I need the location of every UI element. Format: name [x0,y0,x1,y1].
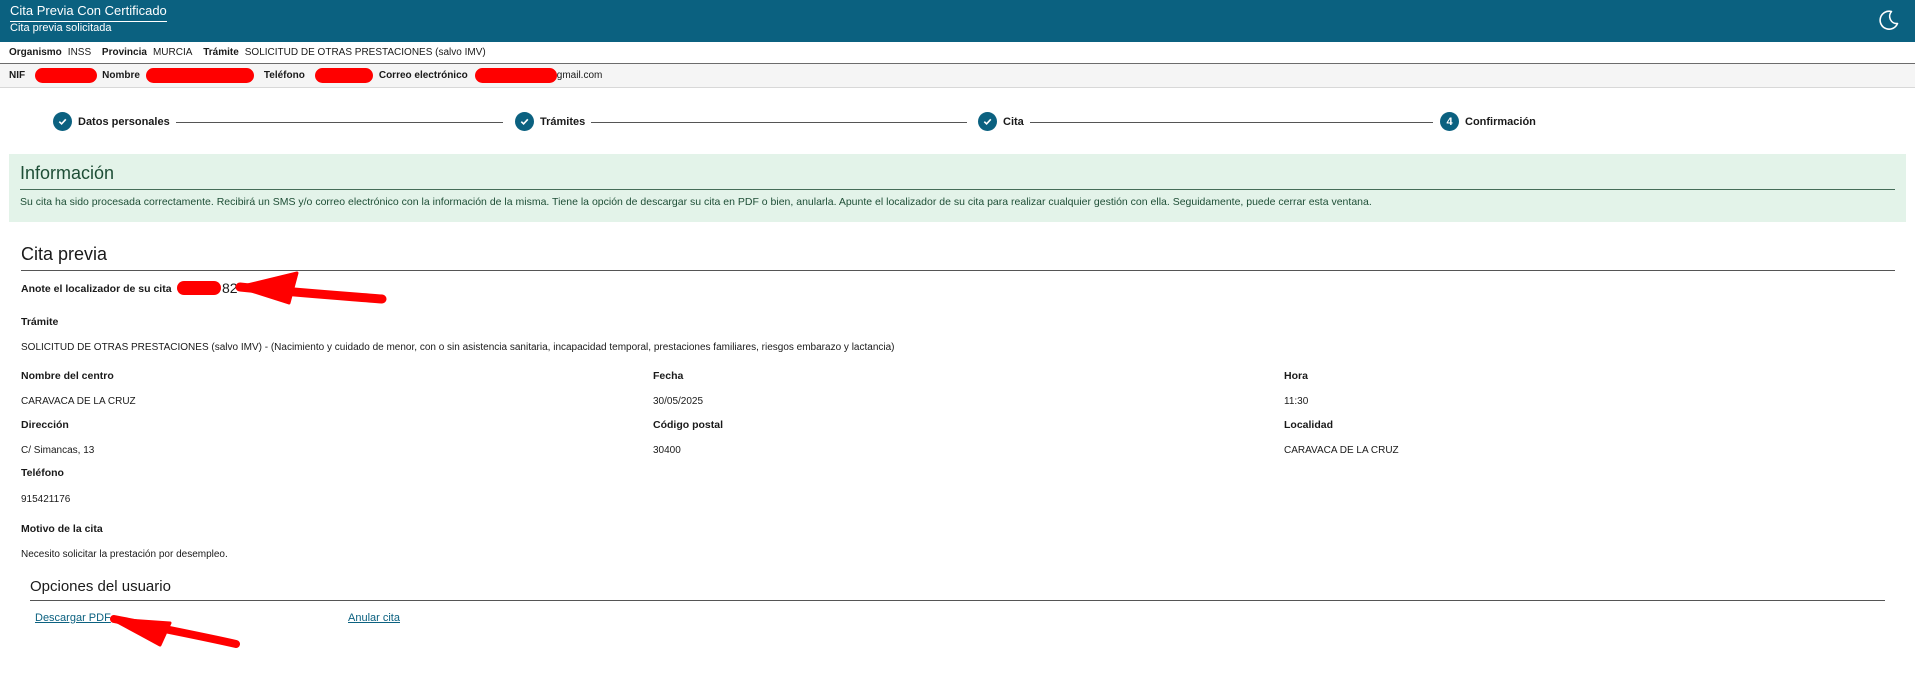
motivo-label: Motivo de la cita [21,523,103,535]
motivo-value: Necesito solicitar la prestación por des… [21,549,228,560]
step-cita: Cita [978,112,1030,131]
arrow-annotation [235,271,387,305]
redacted-nif [35,68,98,83]
telefono-label: Teléfono [263,70,305,81]
organismo-label: Organismo [9,47,62,58]
localizador-value: 82 [177,280,238,296]
check-icon [53,112,72,131]
organismo-value: INSS [67,47,92,58]
tramite-value: SOLICITUD DE OTRAS PRESTACIONES (salvo I… [244,47,486,58]
centro-label: Nombre del centro [21,370,114,382]
cancel-appointment-link[interactable]: Anular cita [348,612,400,624]
step-confirmacion: 4 Confirmación [1440,112,1542,131]
moon-icon[interactable] [1877,8,1901,32]
fecha-value: 30/05/2025 [653,396,704,407]
redacted-correo [474,68,557,83]
cp-value: 30400 [653,445,681,456]
localidad-value: CARAVACA DE LA CRUZ [1284,445,1399,456]
step-label: Confirmación [1465,115,1536,128]
direccion-label: Dirección [21,419,69,431]
cita-section-title: Cita previa [21,244,1895,271]
fecha-label: Fecha [653,370,684,382]
redacted-localizador [177,281,221,295]
progress-stepper: Datos personales Trámites Cita 4 Confirm… [53,112,1543,132]
hora-value: 11:30 [1284,396,1309,407]
procedure-summary: Organismo INSS Provincia MURCIA Trámite SOL… [0,42,1915,64]
localidad-label: Localidad [1284,419,1334,431]
telefono-centro-value: 915421176 [21,494,71,505]
info-text: Su cita ha sido procesada correctamente.… [20,196,1372,208]
step-label: Cita [1003,115,1024,128]
correo-label: Correo electrónico [378,70,468,81]
user-details: NIF Nombre Teléfono Correo electrónico g… [0,64,1915,88]
redacted-telefono [314,68,373,83]
provincia-value: MURCIA [152,47,193,58]
nombre-label: Nombre [102,70,140,81]
tramite-detail-value: SOLICITUD DE OTRAS PRESTACIONES (salvo I… [21,342,895,353]
nif-label: NIF [9,70,26,81]
direccion-value: C/ Simancas, 13 [21,445,95,456]
tramite-label: Trámite [203,47,239,58]
localizador-label: Anote el localizador de su cita [21,283,172,295]
step-number: 4 [1440,112,1459,131]
hora-label: Hora [1284,370,1308,382]
app-header: Cita Previa Con Certificado Cita previa … [0,0,1915,42]
step-tramites: Trámites [515,112,592,131]
provincia-label: Provincia [101,47,147,58]
info-title: Información [20,163,1895,190]
info-panel: Información Su cita ha sido procesada co… [9,154,1906,222]
arrow-annotation [110,615,240,648]
page-subtitle: Cita previa solicitada [10,22,112,34]
app-title: Cita Previa Con Certificado [10,3,167,22]
step-label: Datos personales [78,115,170,128]
step-connector [163,122,503,123]
download-pdf-link[interactable]: Descargar PDF [35,612,111,624]
annotation-arrows [110,271,387,648]
localizador-digits: 82 [222,280,238,296]
redacted-nombre [145,68,254,83]
options-title: Opciones del usuario [30,578,1885,601]
step-connector [589,122,967,123]
check-icon [515,112,534,131]
check-icon [978,112,997,131]
correo-suffix: gmail.com [556,70,603,81]
centro-value: CARAVACA DE LA CRUZ [21,396,136,407]
step-datos-personales: Datos personales [53,112,176,131]
step-label: Trámites [540,115,586,128]
telefono-centro-label: Teléfono [21,467,64,479]
cp-label: Código postal [653,419,723,431]
step-connector [1023,122,1433,123]
tramite-detail-label: Trámite [21,316,59,328]
